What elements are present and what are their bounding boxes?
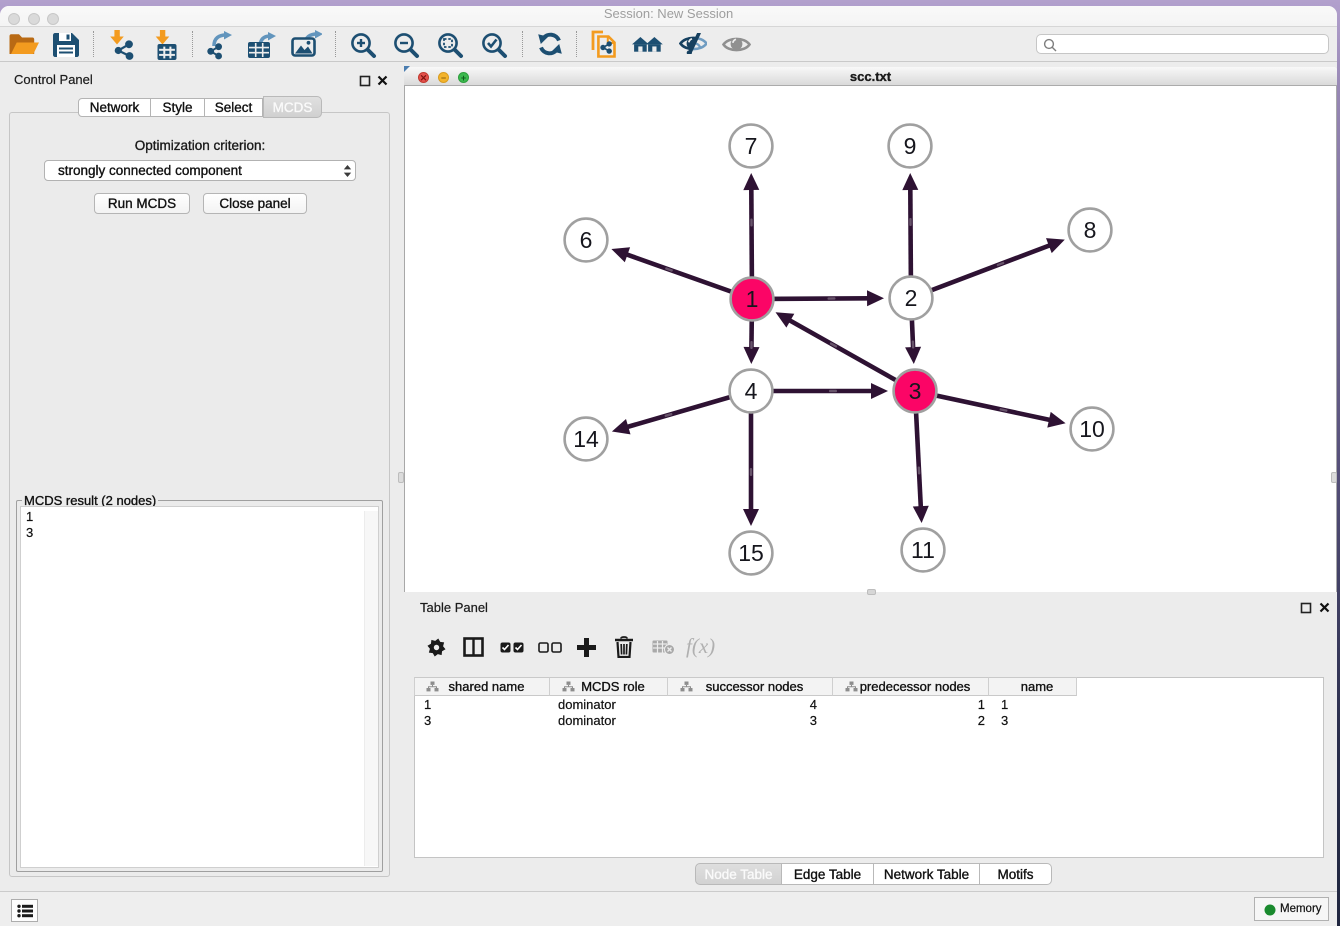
svg-text:2: 2	[905, 285, 918, 311]
svg-text:14: 14	[573, 426, 599, 452]
svg-text:3: 3	[909, 378, 922, 404]
svg-text:11: 11	[911, 537, 935, 563]
svg-text:7: 7	[745, 133, 758, 159]
svg-text:15: 15	[738, 540, 764, 566]
svg-text:9: 9	[904, 133, 917, 159]
svg-text:1: 1	[746, 286, 759, 312]
svg-text:4: 4	[745, 378, 758, 404]
svg-text:6: 6	[580, 227, 593, 253]
svg-text:10: 10	[1079, 416, 1105, 442]
svg-text:8: 8	[1084, 217, 1097, 243]
